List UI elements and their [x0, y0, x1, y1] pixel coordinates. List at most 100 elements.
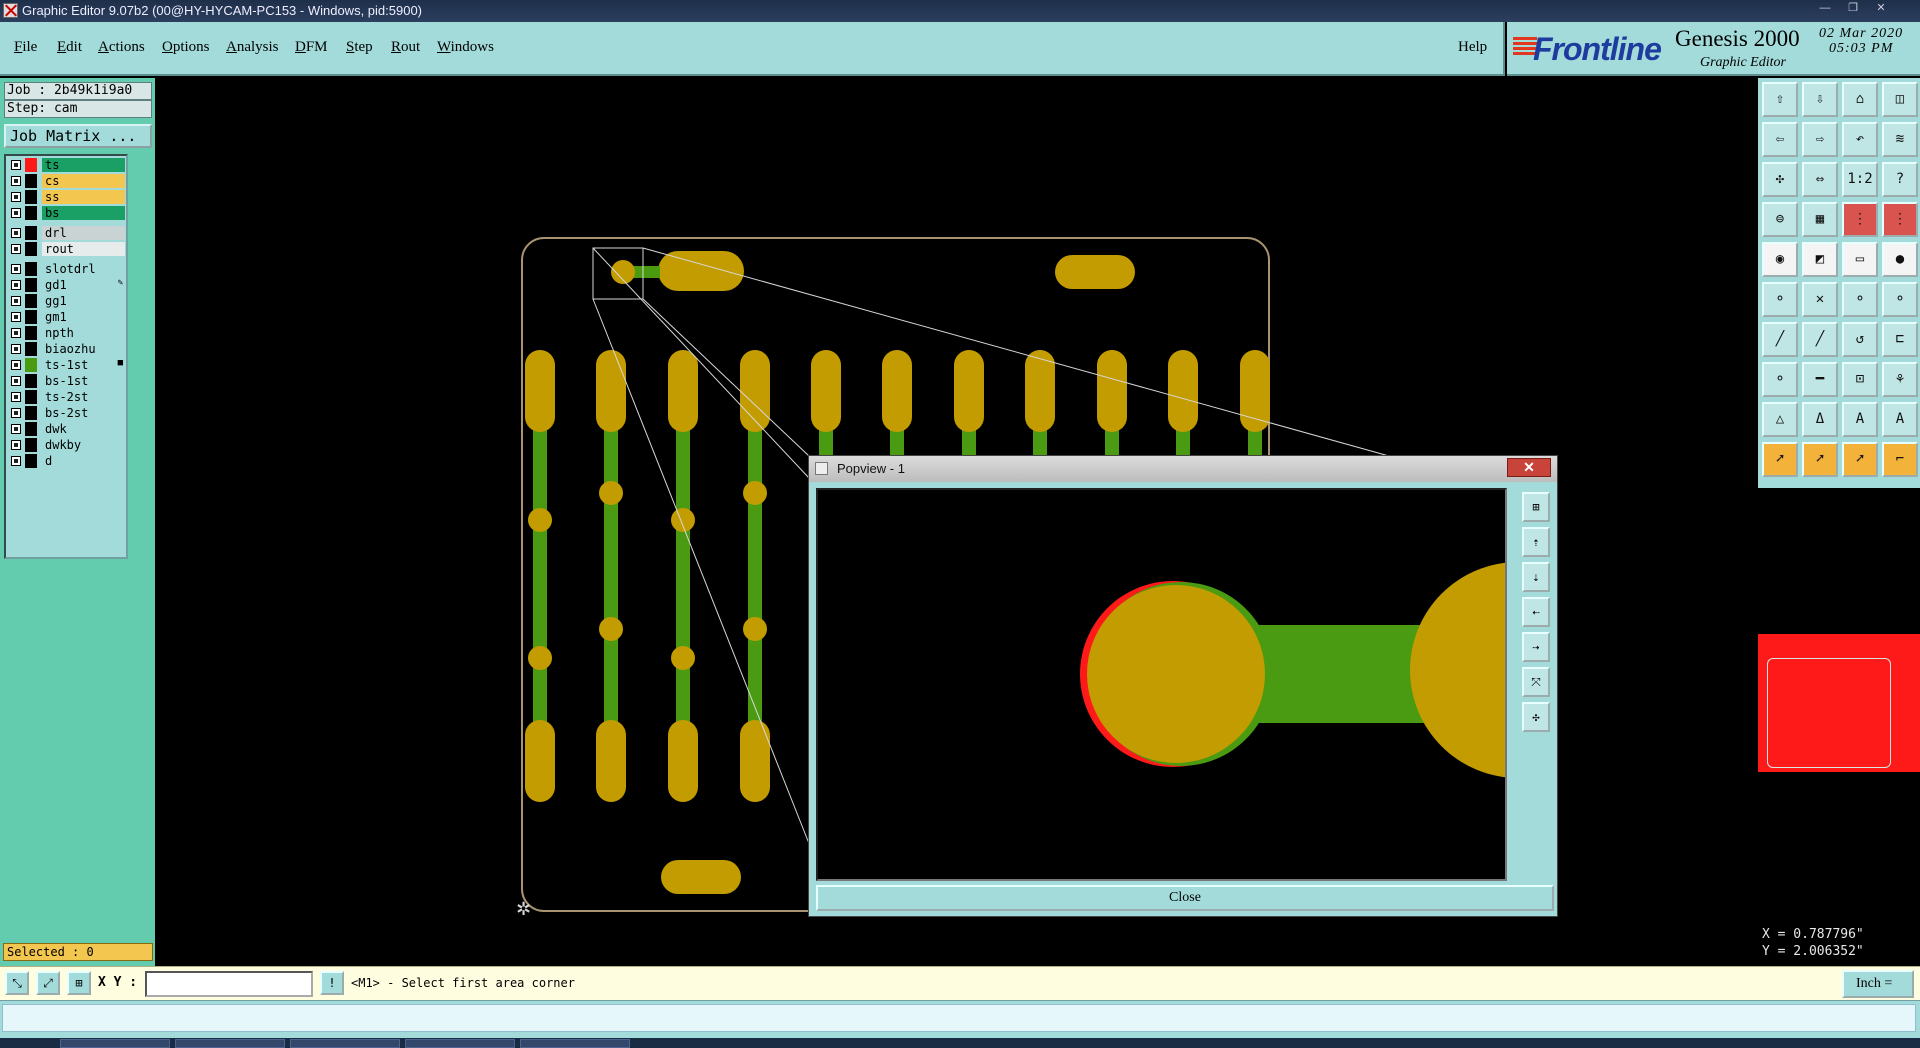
layer-row-gd1[interactable]: gd1 ✎	[9, 278, 125, 292]
taskbar-item[interactable]	[405, 1039, 515, 1048]
layer-checkbox[interactable]	[11, 392, 21, 402]
popview-zoom-icon[interactable]: ⊞	[1522, 492, 1550, 522]
info-icon[interactable]: !	[320, 971, 344, 995]
popview-fit-icon[interactable]: ⤧	[1522, 667, 1550, 697]
layer-name[interactable]: d	[42, 454, 125, 468]
polygon-2-icon[interactable]: A	[1882, 402, 1918, 437]
layer-name[interactable]: bs	[42, 206, 125, 220]
menu-options[interactable]: Options	[162, 39, 210, 56]
undo-icon[interactable]: ↶	[1842, 122, 1878, 157]
layer-row-biaozhu[interactable]: biaozhu	[9, 342, 125, 356]
layer-name[interactable]: drl	[42, 226, 125, 240]
pad-icon[interactable]: ◉	[1762, 242, 1798, 277]
layer-checkbox[interactable]	[11, 264, 21, 274]
xy-input[interactable]	[145, 971, 313, 997]
menu-rout[interactable]: Rout	[391, 39, 420, 56]
layer-name[interactable]: ts	[42, 158, 125, 172]
layer-name[interactable]: cs	[42, 174, 125, 188]
polygon-icon[interactable]: A	[1842, 402, 1878, 437]
layer-name[interactable]: bs-2st	[42, 406, 125, 420]
layer-checkbox[interactable]	[11, 408, 21, 418]
layer-row-drl[interactable]: drl	[9, 226, 125, 240]
delta-icon[interactable]: Δ	[1802, 402, 1838, 437]
popview-close-x-button[interactable]: ✕	[1507, 458, 1551, 477]
layer-row-dwkby[interactable]: dwkby	[9, 438, 125, 452]
text-icon[interactable]: ⊏	[1882, 322, 1918, 357]
layer-name[interactable]: bs-1st	[42, 374, 125, 388]
connect-icon[interactable]: ⚬	[1762, 362, 1798, 397]
layer-row-d[interactable]: d	[9, 454, 125, 468]
layer-name[interactable]: ts-1st	[42, 358, 125, 372]
layer-checkbox[interactable]	[11, 312, 21, 322]
snap-a-icon[interactable]: ⋮	[1842, 202, 1878, 237]
fit-icon[interactable]: ⇔	[1802, 162, 1838, 197]
save-icon[interactable]: ⇩	[1802, 82, 1838, 117]
grid-icon[interactable]: ▦	[1802, 202, 1838, 237]
home-icon[interactable]: ⌂	[1842, 82, 1878, 117]
menu-help[interactable]: Help	[1458, 39, 1487, 56]
layer-checkbox[interactable]	[11, 424, 21, 434]
trace-icon[interactable]: ━	[1802, 362, 1838, 397]
menu-actions[interactable]: Actions	[98, 39, 145, 56]
taskbar-item[interactable]	[60, 1039, 170, 1048]
measure-icon[interactable]: ▭	[1842, 242, 1878, 277]
line-icon[interactable]: ╱	[1762, 322, 1798, 357]
fill-icon[interactable]: ◩	[1802, 242, 1838, 277]
select-icon[interactable]: ➚	[1802, 442, 1838, 477]
pan-icon[interactable]: ✣	[1762, 162, 1798, 197]
layer-checkbox[interactable]	[11, 192, 21, 202]
layer-name[interactable]: gm1	[42, 310, 125, 324]
layer-row-ts-2st[interactable]: ts-2st	[9, 390, 125, 404]
dot-icon[interactable]: ●	[1882, 242, 1918, 277]
snap-mode-2-icon[interactable]: ⤢	[36, 971, 60, 995]
resize-icon[interactable]: ⊡	[1842, 362, 1878, 397]
menu-dfm[interactable]: DFM	[295, 39, 328, 56]
triangle-icon[interactable]: △	[1762, 402, 1798, 437]
layer-checkbox[interactable]	[11, 160, 21, 170]
popview-right-icon[interactable]: ⇢	[1522, 632, 1550, 662]
popview-down-icon[interactable]: ⇣	[1522, 562, 1550, 592]
menu-step[interactable]: Step	[346, 39, 373, 56]
layer-checkbox[interactable]	[11, 228, 21, 238]
layer-checkbox[interactable]	[11, 244, 21, 254]
snap-mode-1-icon[interactable]: ⤡	[5, 971, 29, 995]
line-node-2-icon[interactable]: ⚬	[1882, 282, 1918, 317]
layer-row-slotdrl[interactable]: slotdrl	[9, 262, 125, 276]
view-icon[interactable]: ⊜	[1762, 202, 1798, 237]
layer-name[interactable]: npth	[42, 326, 125, 340]
layer-name[interactable]: gd1	[42, 278, 125, 292]
layer-row-npth[interactable]: npth	[9, 326, 125, 340]
layer-checkbox[interactable]	[11, 376, 21, 386]
layer-checkbox[interactable]	[11, 344, 21, 354]
popview-up-icon[interactable]: ⇡	[1522, 527, 1550, 557]
layer-row-bs[interactable]: bs	[9, 206, 125, 220]
delete-node-icon[interactable]: ✕	[1802, 282, 1838, 317]
popview-center-icon[interactable]: ✣	[1522, 702, 1550, 732]
menu-file[interactable]: File	[14, 39, 37, 56]
move-icon[interactable]: ➚	[1842, 442, 1878, 477]
menu-analysis[interactable]: Analysis	[226, 39, 279, 56]
layer-row-ts[interactable]: ts	[9, 158, 125, 172]
shift-left-icon[interactable]: ⇦	[1762, 122, 1798, 157]
line-2-icon[interactable]: ╱	[1802, 322, 1838, 357]
job-matrix-button[interactable]: Job Matrix ...	[4, 124, 152, 148]
menu-edit[interactable]: Edit	[57, 39, 82, 56]
layer-name[interactable]: gg1	[42, 294, 125, 308]
layer-row-cs[interactable]: cs	[9, 174, 125, 188]
layer-name[interactable]: ss	[42, 190, 125, 204]
snap-b-icon[interactable]: ⋮	[1882, 202, 1918, 237]
line-node-icon[interactable]: ⚬	[1842, 282, 1878, 317]
layer-row-bs-2st[interactable]: bs-2st	[9, 406, 125, 420]
popview-left-icon[interactable]: ⇠	[1522, 597, 1550, 627]
taskbar-item[interactable]	[175, 1039, 285, 1048]
node-icon[interactable]: ⚬	[1762, 282, 1798, 317]
route-icon[interactable]: ⌐	[1882, 442, 1918, 477]
layer-row-ts-1st[interactable]: ts-1st ■	[9, 358, 125, 372]
layer-row-bs-1st[interactable]: bs-1st	[9, 374, 125, 388]
layer-name[interactable]: dwk	[42, 422, 125, 436]
layer-checkbox[interactable]	[11, 176, 21, 186]
layer-checkbox[interactable]	[11, 456, 21, 466]
taskbar-item[interactable]	[520, 1039, 630, 1048]
layer-name[interactable]: biaozhu	[42, 342, 125, 356]
layer-checkbox[interactable]	[11, 208, 21, 218]
